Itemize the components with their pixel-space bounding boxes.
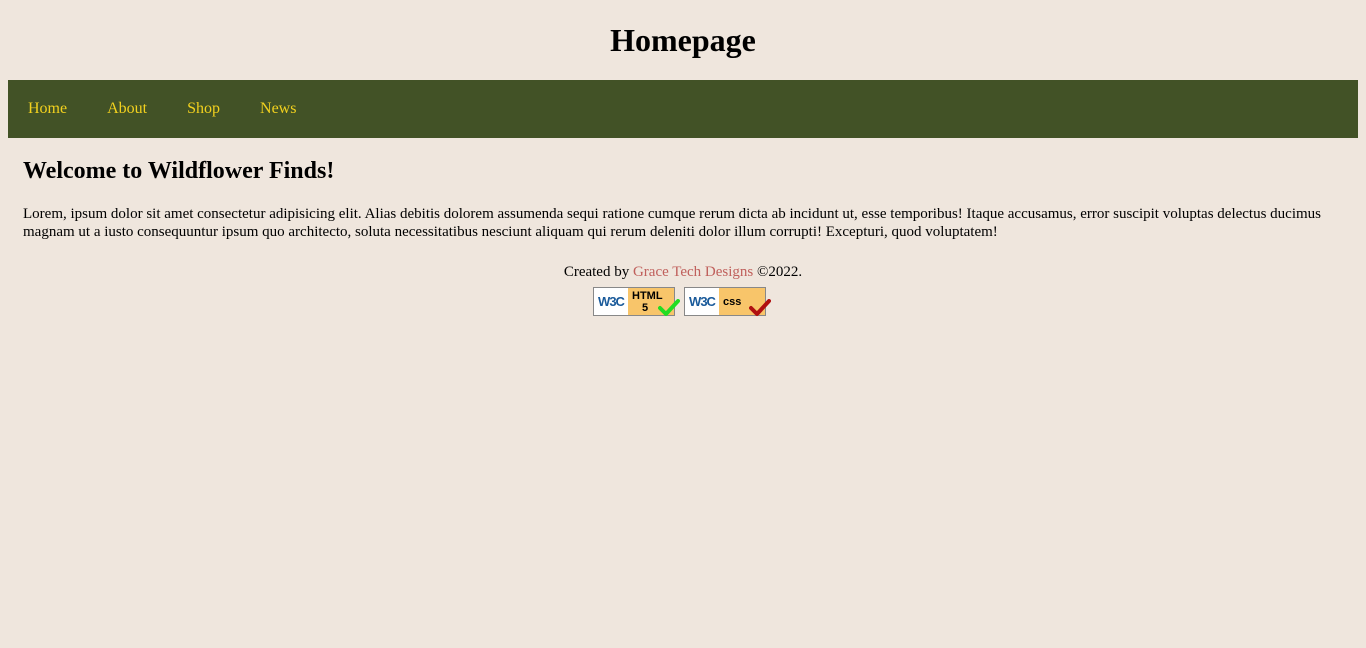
footer: Created by Grace Tech Designs ©2022. (0, 262, 1366, 282)
w3c-html5-badge[interactable]: W3C HTML 5 (593, 287, 680, 316)
footer-prefix: Created by (563, 264, 633, 280)
page: Homepage Home About Shop News Welcome to… (0, 0, 1366, 648)
nav-link-about[interactable]: About (87, 80, 167, 138)
validation-badges: W3C HTML 5 W3C css (593, 287, 771, 316)
w3c-logo: W3C (594, 288, 628, 315)
main-content: Welcome to Wildflower Finds! Lorem, ipsu… (23, 155, 1343, 241)
html-badge-version: 5 (642, 301, 649, 314)
css-badge-text: css (723, 295, 742, 308)
nav-link-shop[interactable]: Shop (167, 80, 240, 138)
check-icon (658, 299, 680, 316)
nav-bar: Home About Shop News (8, 80, 1358, 138)
footer-copyright: ©2022. (753, 264, 803, 280)
nav-link-news[interactable]: News (240, 80, 316, 138)
w3c-css-badge[interactable]: W3C css (684, 287, 771, 316)
w3c-logo: W3C (685, 288, 719, 315)
page-title: Homepage (610, 22, 756, 58)
footer-credit-link[interactable]: Grace Tech Designs (633, 264, 753, 280)
welcome-heading: Welcome to Wildflower Finds! (23, 158, 335, 184)
intro-paragraph: Lorem, ipsum dolor sit amet consectetur … (23, 206, 1322, 240)
check-icon (749, 299, 771, 316)
nav-link-home[interactable]: Home (8, 80, 87, 138)
